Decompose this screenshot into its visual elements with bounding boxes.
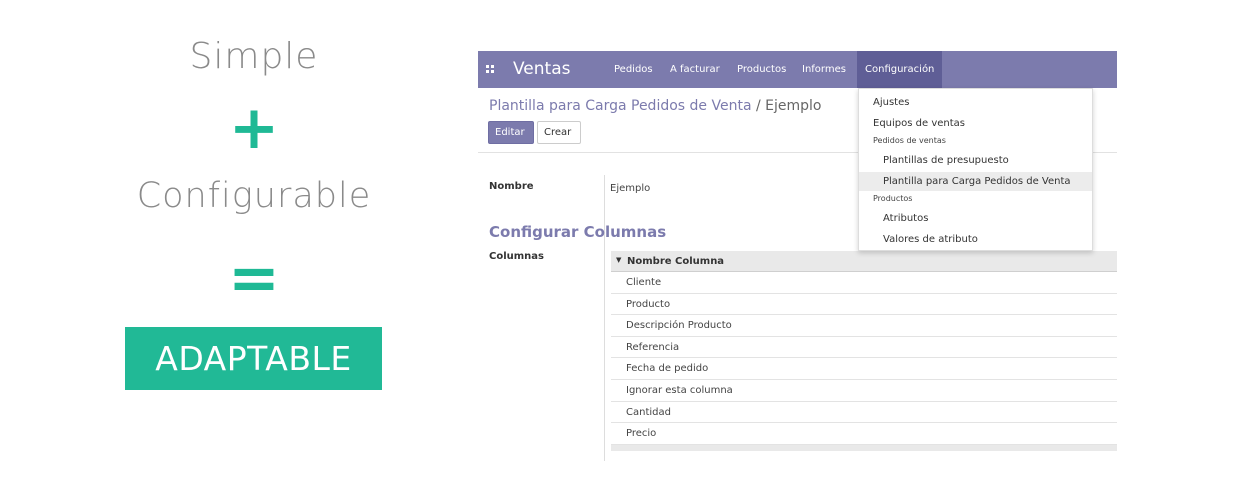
- table-row[interactable]: Descripción Producto: [611, 315, 1117, 337]
- cell-text: Ignorar esta columna: [626, 384, 733, 396]
- dropdown-item-equipos[interactable]: Equipos de ventas: [859, 114, 1092, 133]
- plus-symbol: +: [228, 93, 280, 163]
- dropdown-item-label: Plantilla para Carga Pedidos de Venta: [883, 176, 1071, 187]
- dropdown-item-atributos[interactable]: Atributos: [859, 209, 1092, 228]
- name-field-value: Ejemplo: [610, 183, 651, 194]
- breadcrumb-current: Ejemplo: [765, 98, 822, 114]
- columns-table: ▼ Nombre Columna Cliente Producto Descri…: [611, 251, 1117, 451]
- name-field-label: Nombre: [489, 181, 534, 192]
- create-button[interactable]: Crear: [537, 121, 581, 144]
- dropdown-item-plantilla-carga[interactable]: Plantilla para Carga Pedidos de Venta: [859, 172, 1092, 191]
- breadcrumb-separator: /: [751, 98, 766, 114]
- dropdown-item-label: Valores de atributo: [883, 234, 978, 245]
- cell-text: Precio: [626, 428, 657, 440]
- menu-pedidos[interactable]: Pedidos: [614, 64, 653, 75]
- top-navbar: Ventas Pedidos A facturar Productos Info…: [478, 51, 1117, 88]
- table-row[interactable]: Ignorar esta columna: [611, 380, 1117, 402]
- apps-grid-icon[interactable]: [486, 65, 494, 73]
- dropdown-item-label: Atributos: [883, 213, 929, 224]
- dropdown-item-label: Equipos de ventas: [873, 118, 965, 129]
- breadcrumb: Plantilla para Carga Pedidos de Venta / …: [489, 98, 821, 114]
- table-footer: [611, 444, 1117, 451]
- table-row[interactable]: Precio: [611, 423, 1117, 445]
- sort-caret-icon[interactable]: ▼: [616, 256, 621, 264]
- table-row[interactable]: Cliente: [611, 272, 1117, 294]
- dropdown-item-valores-atributo[interactable]: Valores de atributo: [859, 230, 1092, 249]
- table-row[interactable]: Cantidad: [611, 402, 1117, 424]
- cell-text: Cliente: [626, 277, 662, 288]
- cell-text: Descripción Producto: [626, 320, 732, 332]
- dropdown-header-productos: Productos: [859, 190, 1092, 209]
- dropdown-header-label: Productos: [873, 194, 913, 203]
- column-header-label: Nombre Columna: [627, 256, 725, 267]
- cell-text: Producto: [626, 298, 671, 310]
- table-row[interactable]: Fecha de pedido: [611, 358, 1117, 380]
- cell-text: Fecha de pedido: [626, 363, 709, 375]
- dropdown-header-pedidos: Pedidos de ventas: [859, 132, 1092, 151]
- menu-configuracion[interactable]: Configuración: [857, 51, 942, 88]
- dropdown-item-ajustes[interactable]: Ajustes: [859, 93, 1092, 112]
- menu-a-facturar[interactable]: A facturar: [670, 64, 720, 75]
- dropdown-item-label: Plantillas de presupuesto: [883, 155, 1009, 166]
- cell-text: Cantidad: [626, 406, 671, 418]
- table-row[interactable]: Referencia: [611, 337, 1117, 359]
- promo-simple-text: Simple: [189, 36, 319, 77]
- table-header[interactable]: ▼ Nombre Columna: [611, 251, 1117, 272]
- adaptable-badge: ADAPTABLE: [125, 327, 382, 390]
- dropdown-header-label: Pedidos de ventas: [873, 136, 946, 145]
- menu-productos[interactable]: Productos: [737, 64, 786, 75]
- menu-informes[interactable]: Informes: [802, 64, 846, 75]
- field-divider: [604, 175, 605, 461]
- menu-configuracion-label: Configuración: [865, 64, 935, 75]
- breadcrumb-parent-link[interactable]: Plantilla para Carga Pedidos de Venta: [489, 98, 752, 114]
- cell-text: Referencia: [626, 341, 680, 353]
- edit-button[interactable]: Editar: [488, 121, 534, 144]
- configuracion-dropdown: Ajustes Equipos de ventas Pedidos de ven…: [858, 88, 1093, 251]
- promo-panel: Simple + Configurable = ADAPTABLE: [0, 0, 500, 492]
- equals-symbol: =: [228, 241, 280, 314]
- columns-field-label: Columnas: [489, 251, 544, 262]
- table-row[interactable]: Producto: [611, 294, 1117, 316]
- section-title: Configurar Columnas: [489, 223, 667, 241]
- app-brand[interactable]: Ventas: [513, 59, 570, 79]
- promo-configurable-text: Configurable: [136, 176, 372, 216]
- dropdown-item-plantillas-presupuesto[interactable]: Plantillas de presupuesto: [859, 151, 1092, 170]
- dropdown-item-label: Ajustes: [873, 97, 910, 108]
